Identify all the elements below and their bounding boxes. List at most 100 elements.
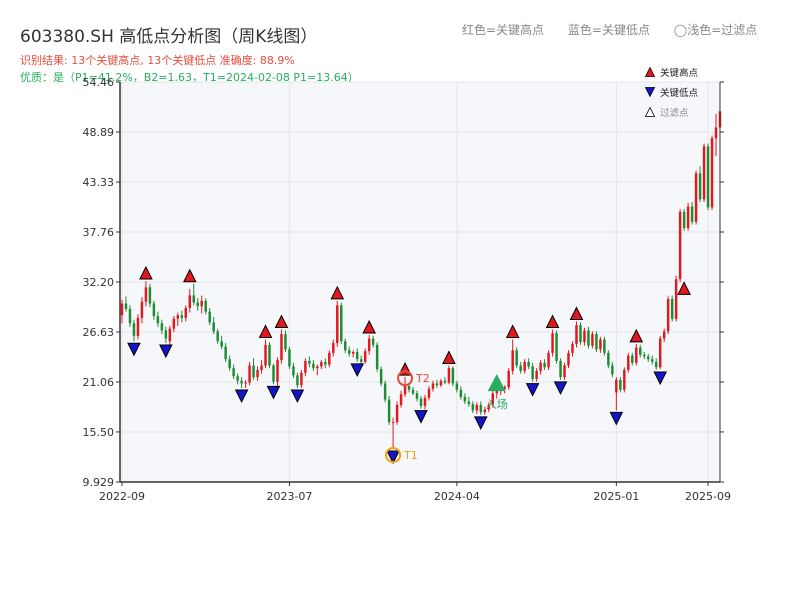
candle-body (571, 343, 574, 353)
candle-body (635, 347, 638, 363)
candle-body (355, 352, 359, 360)
candle-body (467, 401, 471, 405)
y-tick-label: 9.929 (83, 476, 115, 489)
candle-body (383, 383, 387, 400)
candle-body (288, 349, 291, 367)
candle-body (615, 379, 618, 393)
candle-body (132, 323, 136, 336)
candle-body (627, 355, 630, 370)
entry-label: 入场 (486, 397, 508, 411)
candle-body (379, 369, 383, 384)
candle-body (611, 365, 614, 375)
candle-body (280, 334, 283, 361)
candle-body (686, 206, 690, 229)
candlestick-chart: T1 T2 入场 54.46 48.89 43.33 37.76 32.20 26.63 21.… (83, 66, 731, 503)
candle-body (136, 317, 140, 336)
candle-body (387, 399, 391, 423)
candle-body (124, 303, 128, 309)
candle-body (172, 318, 176, 329)
candle-body (224, 346, 227, 360)
x-tick-label: 2023-07 (266, 490, 312, 503)
candle-body (272, 365, 275, 382)
y-tick-label: 21.06 (83, 376, 115, 389)
candle-body (583, 330, 586, 343)
candle-body (375, 344, 379, 370)
candle-body (647, 356, 650, 360)
candle-body (543, 362, 546, 368)
candle-body (192, 295, 195, 303)
candle-body (284, 334, 287, 350)
candle-body (216, 331, 219, 342)
candle-body (184, 307, 188, 318)
candle-body (176, 315, 180, 319)
candle-body (324, 361, 327, 365)
candle-body (619, 379, 622, 390)
candle-body (140, 301, 144, 318)
candle-body (196, 302, 199, 307)
candle-body (459, 389, 463, 397)
candle-body (714, 127, 718, 139)
candle-body (654, 361, 658, 368)
candle-body (320, 361, 323, 367)
candle-body (340, 305, 343, 342)
candle-body (670, 299, 674, 319)
candle-body (575, 325, 578, 344)
candle-body (212, 322, 215, 332)
candle-body (419, 398, 423, 406)
candle-body (678, 211, 682, 280)
candle-body (180, 315, 184, 318)
y-tick-label: 54.46 (83, 76, 115, 89)
candle-body (260, 365, 263, 370)
candle-body (144, 287, 148, 302)
t2-label: T2 (415, 372, 430, 385)
x-tick-label: 2025-09 (685, 490, 731, 503)
candle-body (332, 343, 335, 353)
candle-body (435, 383, 439, 386)
candle-body (427, 388, 431, 398)
candle-body (443, 380, 447, 383)
candle-body (690, 206, 694, 222)
legend-high-label: 关键高点 (660, 67, 699, 79)
candle-body (367, 338, 371, 352)
candle-body (395, 405, 399, 423)
candle-body (296, 375, 299, 386)
candle-body (407, 386, 411, 390)
candle-body (519, 365, 522, 371)
candle-body (292, 366, 295, 376)
y-tick-label: 26.63 (83, 326, 115, 339)
candle-body (539, 362, 542, 371)
candle-body (603, 339, 606, 353)
candle-body (475, 405, 479, 411)
x-tick-label: 2025-01 (593, 490, 639, 503)
candle-body (591, 334, 594, 346)
x-tick-label: 2022-09 (99, 490, 145, 503)
candle-body (666, 299, 670, 332)
candle-body (599, 339, 602, 350)
candle-body (658, 338, 662, 368)
candle-body (244, 382, 247, 384)
y-tick-label: 43.33 (83, 176, 115, 189)
candle-body (479, 405, 483, 413)
candle-body (710, 138, 714, 208)
candle-body (344, 341, 347, 351)
candle-body (639, 347, 642, 355)
candle-body (431, 383, 435, 389)
candle-body (567, 352, 570, 366)
candle-body (359, 359, 363, 362)
candle-body (391, 422, 395, 424)
candle-body (316, 366, 319, 369)
candle-body (160, 323, 164, 331)
x-tick-label: 2024-04 (434, 490, 480, 503)
candle-body (232, 368, 235, 377)
candle-body (256, 369, 259, 378)
candle-body (148, 287, 152, 304)
candle-body (236, 376, 239, 381)
candle-body (455, 383, 459, 390)
candle-body (348, 350, 351, 354)
candle-body (164, 330, 168, 339)
candle-body (415, 393, 419, 399)
candle-body (336, 305, 339, 344)
legend-low-label: 关键低点 (660, 87, 699, 99)
candle-body (268, 344, 271, 366)
candle-body (631, 355, 634, 363)
